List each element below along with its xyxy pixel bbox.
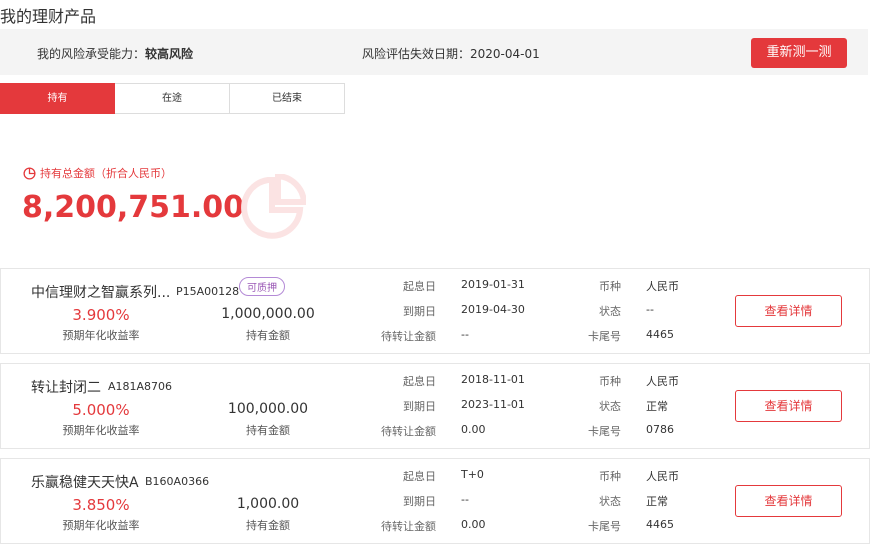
view-details-button[interactable]: 查看详情	[735, 295, 842, 327]
transfer-amount-label: 待转让金额	[381, 520, 436, 533]
currency-value: 人民币	[646, 470, 679, 483]
view-details-button[interactable]: 查看详情	[735, 485, 842, 517]
total-label: 持有总金额（折合人民币）	[23, 165, 172, 181]
product-code: B160A0366	[145, 475, 210, 488]
risk-capacity-label: 我的风险承受能力：	[37, 47, 146, 61]
currency-label: 币种	[599, 375, 621, 388]
holding-amount-label: 持有金额	[246, 329, 290, 342]
page-title: 我的理财产品	[0, 7, 97, 26]
status-label: 状态	[599, 305, 621, 318]
end-date-label: 到期日	[403, 400, 436, 413]
holding-amount-label: 持有金额	[246, 519, 290, 532]
card-tail-label: 卡尾号	[588, 330, 621, 343]
risk-expire-label: 风险评估失效日期：	[362, 47, 471, 61]
transfer-amount-value: 0.00	[461, 423, 486, 436]
status-value: --	[646, 303, 654, 316]
transfer-amount-value: 0.00	[461, 518, 486, 531]
start-date-value: 2018-11-01	[461, 373, 525, 386]
card-tail-value: 4465	[646, 518, 674, 531]
total-label-text: 持有总金额（折合人民币）	[40, 167, 172, 180]
product-code: P15A00128	[176, 285, 240, 298]
currency-value: 人民币	[646, 280, 679, 293]
holding-amount-label: 持有金额	[246, 424, 290, 437]
currency-label: 币种	[599, 280, 621, 293]
tab-holding[interactable]: 持有	[0, 83, 115, 114]
tab-ended[interactable]: 已结束	[230, 83, 345, 114]
tab-in-transit[interactable]: 在途	[115, 83, 230, 114]
start-date-value: 2019-01-31	[461, 278, 525, 291]
expected-rate: 5.000%	[72, 401, 130, 419]
end-date-label: 到期日	[403, 305, 436, 318]
pledgeable-tag: 可质押	[239, 277, 285, 296]
holding-amount: 1,000,000.00	[221, 306, 315, 322]
status-label: 状态	[599, 400, 621, 413]
currency-label: 币种	[599, 470, 621, 483]
start-date-value: T+0	[461, 468, 484, 481]
end-date-value: 2023-11-01	[461, 398, 525, 411]
status-value: 正常	[646, 495, 668, 508]
product-name[interactable]: 中信理财之智赢系列...	[31, 282, 170, 302]
expected-rate-label: 预期年化收益率	[62, 329, 140, 342]
holding-amount: 1,000.00	[236, 496, 300, 512]
product-name[interactable]: 转让封闭二	[31, 377, 101, 397]
expected-rate-label: 预期年化收益率	[62, 519, 140, 532]
product-name[interactable]: 乐赢稳健天天快A	[31, 472, 139, 492]
currency-value: 人民币	[646, 375, 679, 388]
pie-decoration-icon	[241, 174, 306, 239]
start-date-label: 起息日	[403, 375, 436, 388]
product-code: A181A8706	[108, 380, 173, 393]
product-card: 乐赢稳健天天快A B160A0366 3.850% 预期年化收益率 1,000.…	[0, 458, 870, 544]
start-date-label: 起息日	[403, 280, 436, 293]
product-tabs: 持有 在途 已结束	[0, 83, 345, 114]
product-card: 中信理财之智赢系列... P15A00128 可质押 3.900% 预期年化收益…	[0, 268, 870, 354]
expected-rate-label: 预期年化收益率	[62, 424, 140, 437]
expected-rate: 3.850%	[72, 496, 130, 514]
end-date-value: --	[461, 493, 469, 506]
card-tail-label: 卡尾号	[588, 520, 621, 533]
holding-amount: 100,000.00	[227, 401, 309, 417]
start-date-label: 起息日	[403, 470, 436, 483]
end-date-value: 2019-04-30	[461, 303, 525, 316]
total-amount: 8,200,751.00	[22, 190, 245, 225]
status-value: 正常	[646, 400, 668, 413]
expected-rate: 3.900%	[72, 306, 130, 324]
transfer-amount-value: --	[461, 328, 469, 341]
risk-expire-date: 2020-04-01	[470, 47, 540, 61]
end-date-label: 到期日	[403, 495, 436, 508]
status-label: 状态	[599, 495, 621, 508]
card-tail-label: 卡尾号	[588, 425, 621, 438]
view-details-button[interactable]: 查看详情	[735, 390, 842, 422]
pie-chart-icon	[23, 166, 36, 180]
product-card: 转让封闭二 A181A8706 5.000% 预期年化收益率 100,000.0…	[0, 363, 870, 449]
transfer-amount-label: 待转让金额	[381, 330, 436, 343]
retest-button[interactable]: 重新测一测	[751, 38, 847, 68]
risk-level: 较高风险	[145, 47, 194, 61]
card-tail-value: 4465	[646, 328, 674, 341]
risk-expire: 风险评估失效日期：2020-04-01	[362, 45, 540, 62]
risk-info-bar: 我的风险承受能力：较高风险 风险评估失效日期：2020-04-01 重新测一测	[0, 29, 868, 75]
risk-capacity: 我的风险承受能力：较高风险	[37, 45, 193, 62]
card-tail-value: 0786	[646, 423, 674, 436]
transfer-amount-label: 待转让金额	[381, 425, 436, 438]
